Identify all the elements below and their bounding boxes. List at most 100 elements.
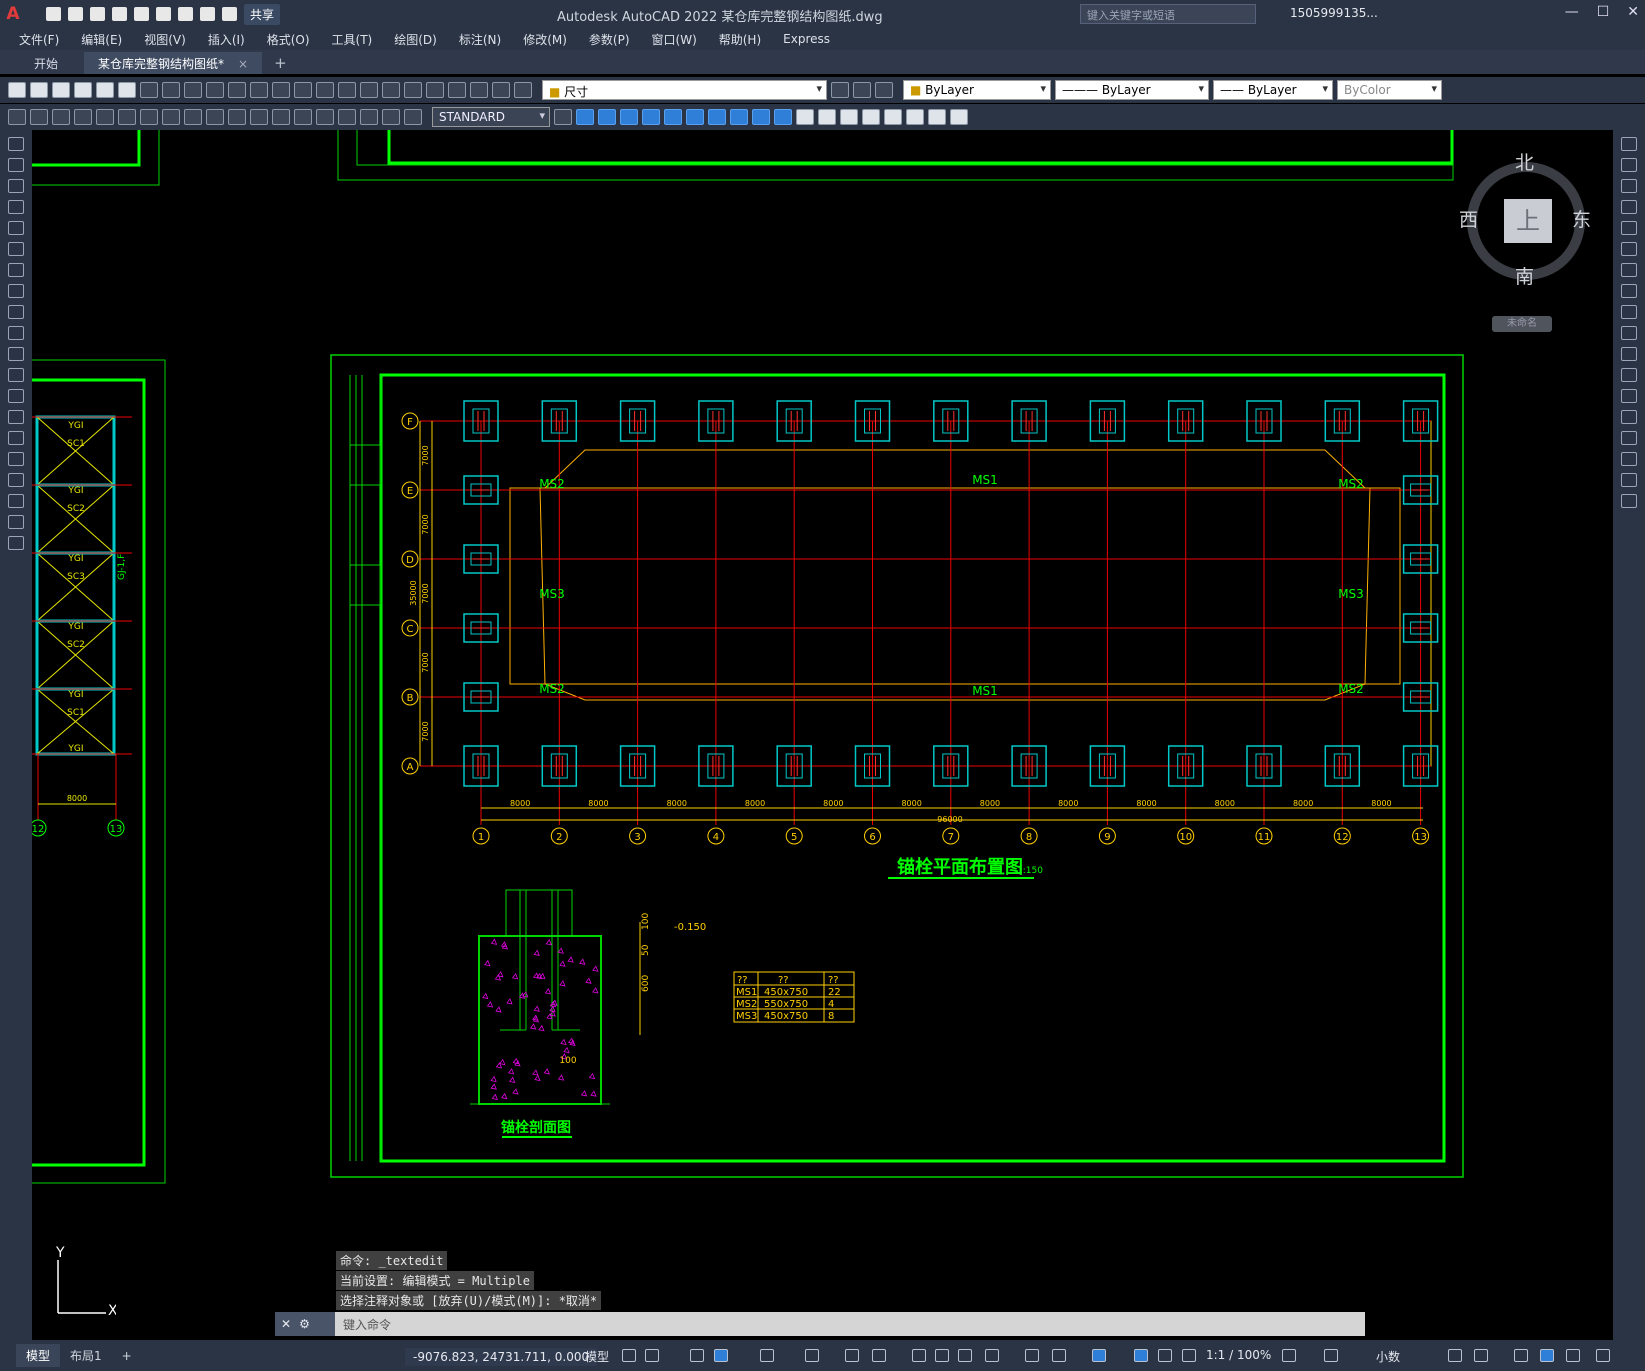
model-space-button[interactable]: 模型: [585, 1348, 609, 1365]
close-tab-icon[interactable]: ×: [238, 57, 248, 71]
dynamic-ucs-icon[interactable]: [1025, 1349, 1039, 1362]
new-file-icon[interactable]: [46, 7, 61, 21]
plotstyle-dropdown[interactable]: ByColor: [1337, 80, 1442, 100]
drawing-canvas[interactable]: YGI SC1 YGI SC2 YGI SC3 YGI SC2 YGI SC1 …: [32, 130, 1613, 1340]
menu-view[interactable]: 视图(V): [133, 31, 197, 48]
tab-drawing[interactable]: 某仓库完整钢结构图纸* ×: [84, 52, 263, 74]
command-line[interactable]: ✕ ⚙ 键入命令: [275, 1312, 1365, 1336]
layer-manager-icon[interactable]: [514, 82, 532, 98]
customize-icon[interactable]: ⚙: [299, 1317, 310, 1331]
zoom-window-icon[interactable]: [316, 82, 334, 98]
spline-icon[interactable]: [8, 305, 24, 319]
join-icon[interactable]: [1621, 410, 1637, 424]
autoscale-icon[interactable]: [1158, 1349, 1172, 1362]
preview-icon[interactable]: [96, 82, 114, 98]
dimstyle-icon[interactable]: [554, 109, 572, 125]
polar-icon[interactable]: [760, 1349, 774, 1362]
menu-parametric[interactable]: 参数(P): [578, 31, 641, 48]
sheetset-icon[interactable]: [426, 82, 444, 98]
quick-properties-icon[interactable]: [1448, 1349, 1462, 1362]
menu-format[interactable]: 格式(O): [256, 31, 321, 48]
construction-line-icon[interactable]: [8, 158, 24, 172]
calculator-icon[interactable]: [470, 82, 488, 98]
units-value[interactable]: 小数: [1376, 1348, 1400, 1365]
view-right-icon[interactable]: [642, 109, 660, 125]
menu-draw[interactable]: 绘图(D): [383, 31, 448, 48]
selection-filter-icon[interactable]: [1052, 1349, 1066, 1362]
help-icon[interactable]: [492, 82, 510, 98]
close-button[interactable]: ✕: [1627, 4, 1639, 20]
orbit-icon[interactable]: [796, 109, 814, 125]
osnap-track-icon[interactable]: [845, 1349, 859, 1362]
rotate-icon[interactable]: [1621, 263, 1637, 277]
selection-cycling-icon[interactable]: [958, 1349, 972, 1362]
export-icon[interactable]: [156, 7, 171, 21]
region-icon[interactable]: [8, 473, 24, 487]
inspect-icon[interactable]: [338, 109, 356, 125]
blend-icon[interactable]: [1621, 473, 1637, 487]
extend-icon[interactable]: [1621, 347, 1637, 361]
polygon-icon[interactable]: [8, 200, 24, 214]
erase-icon[interactable]: [1621, 137, 1637, 151]
chamfer-icon[interactable]: [1621, 431, 1637, 445]
tab-start[interactable]: 开始: [20, 52, 72, 74]
render-icon[interactable]: [928, 109, 946, 125]
array-icon[interactable]: [1621, 221, 1637, 235]
tab-model[interactable]: 模型: [16, 1344, 61, 1367]
save-icon[interactable]: [90, 7, 105, 21]
camera-icon[interactable]: [840, 109, 858, 125]
point-icon[interactable]: [8, 410, 24, 424]
compass-south[interactable]: 南: [1515, 262, 1534, 289]
trim-icon[interactable]: [1621, 326, 1637, 340]
qnew-icon[interactable]: [8, 82, 26, 98]
tolerance-icon[interactable]: [294, 109, 312, 125]
free-orbit-icon[interactable]: [818, 109, 836, 125]
open-icon[interactable]: [30, 82, 48, 98]
import-icon[interactable]: [134, 7, 149, 21]
annotation-scale-icon[interactable]: [1182, 1349, 1196, 1362]
walk-icon[interactable]: [862, 109, 880, 125]
view-top-icon[interactable]: [576, 109, 594, 125]
polyline-icon[interactable]: [8, 179, 24, 193]
menu-express[interactable]: Express: [772, 32, 841, 46]
lock-ui-icon[interactable]: [1474, 1349, 1488, 1362]
ordinate-icon[interactable]: [74, 109, 92, 125]
scale-icon[interactable]: [1621, 284, 1637, 298]
compass-north[interactable]: 北: [1515, 148, 1534, 175]
hatch-icon[interactable]: [8, 431, 24, 445]
open-file-icon[interactable]: [68, 7, 83, 21]
undo-icon[interactable]: [200, 7, 215, 21]
view-left-icon[interactable]: [620, 109, 638, 125]
iso-sw-icon[interactable]: [708, 109, 726, 125]
explode-icon[interactable]: [1621, 494, 1637, 508]
lineweight-dropdown[interactable]: —— ByLayer: [1213, 80, 1333, 100]
ellipse-arc-icon[interactable]: [8, 347, 24, 361]
gizmo-icon[interactable]: [1092, 1349, 1106, 1362]
continue-icon[interactable]: [228, 109, 246, 125]
markup-icon[interactable]: [448, 82, 466, 98]
circle-icon[interactable]: [8, 263, 24, 277]
linear-dim-icon[interactable]: [8, 109, 26, 125]
cut-icon[interactable]: [140, 82, 158, 98]
annotation-visibility-icon[interactable]: [1134, 1349, 1148, 1362]
menu-modify[interactable]: 修改(M): [512, 31, 578, 48]
infer-icon[interactable]: [690, 1349, 704, 1362]
graphics-perf-icon[interactable]: [1540, 1349, 1554, 1362]
menu-tools[interactable]: 工具(T): [321, 31, 384, 48]
pan-icon[interactable]: [272, 82, 290, 98]
layer-state-icon[interactable]: [875, 82, 893, 98]
grid-icon[interactable]: [622, 1349, 636, 1362]
command-input[interactable]: 键入命令: [343, 1316, 391, 1333]
dimupdate-icon[interactable]: [404, 109, 422, 125]
isodraft-icon[interactable]: [805, 1349, 819, 1362]
3d-osnap-icon[interactable]: [985, 1349, 999, 1362]
fillet-icon[interactable]: [1621, 452, 1637, 466]
arc-length-icon[interactable]: [52, 109, 70, 125]
lineweight-icon[interactable]: [912, 1349, 926, 1362]
visualstyles-icon[interactable]: [906, 109, 924, 125]
workspace-icon[interactable]: [1282, 1349, 1296, 1362]
break-point-icon[interactable]: [1621, 368, 1637, 382]
menu-window[interactable]: 窗口(W): [641, 31, 708, 48]
new-tab-button[interactable]: +: [262, 52, 299, 74]
viewcube-top-face[interactable]: 上: [1504, 199, 1552, 243]
